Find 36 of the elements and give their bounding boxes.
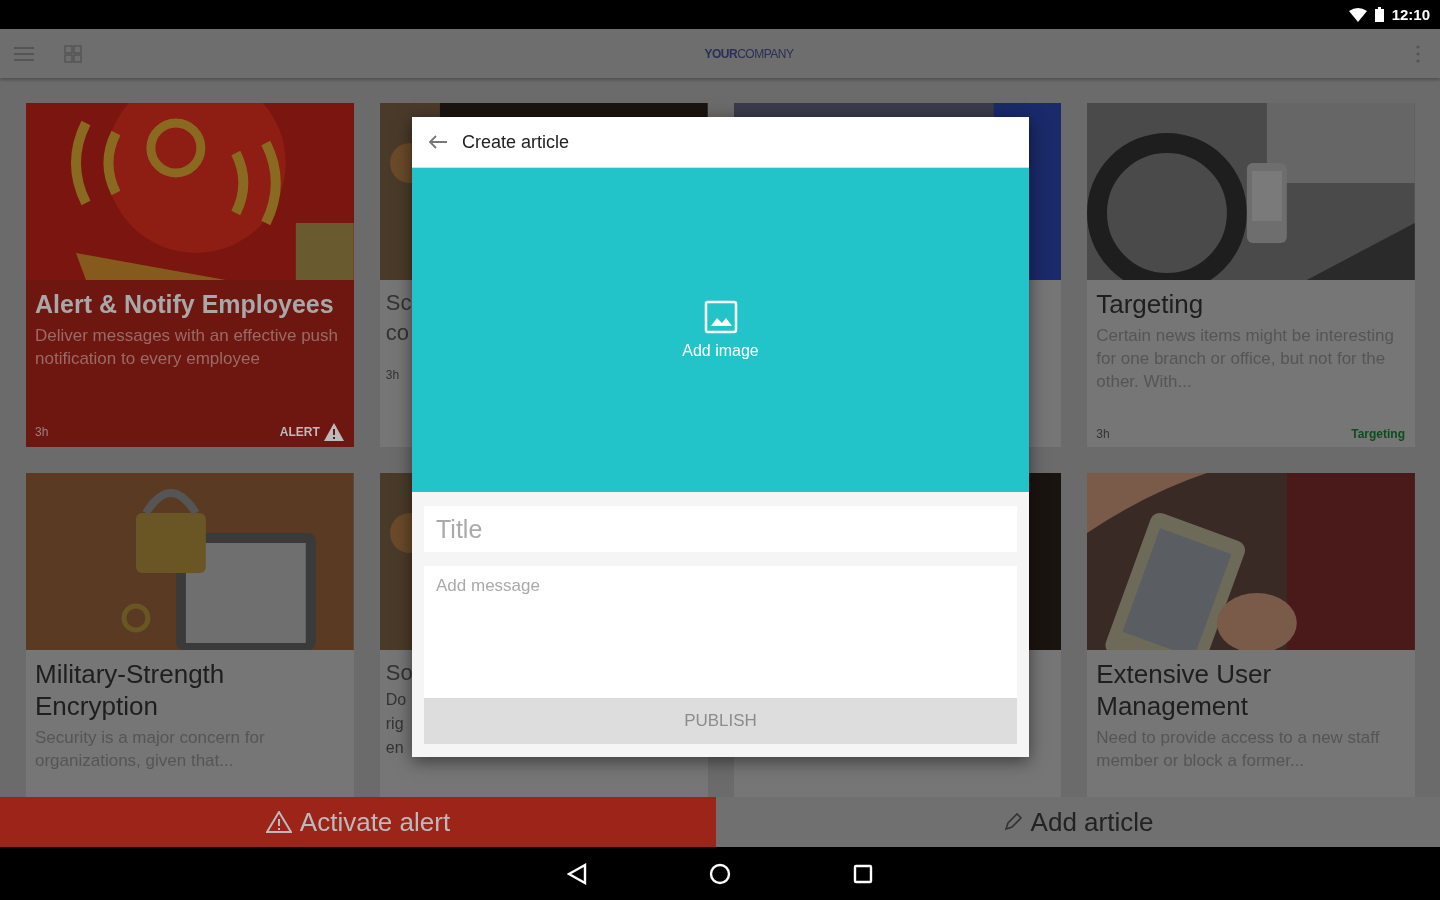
wifi-icon bbox=[1348, 7, 1367, 22]
card-tag: Targeting bbox=[1351, 427, 1405, 441]
card-tag: ALERT bbox=[279, 425, 320, 439]
pencil-icon bbox=[1002, 812, 1023, 832]
card-title: Alert & Notify Employees bbox=[35, 289, 335, 320]
back-arrow-icon[interactable] bbox=[428, 134, 448, 150]
add-image-label: Add image bbox=[682, 342, 759, 360]
card-age: 3h bbox=[385, 368, 400, 382]
add-article-button[interactable]: Add article bbox=[716, 797, 1440, 847]
card-title: Military-Strength Encryption bbox=[35, 658, 226, 722]
card-excerpt: Deliver messages with an effective push notification to every employee bbox=[35, 325, 339, 370]
card-excerpt: rig bbox=[385, 714, 404, 734]
home-icon[interactable] bbox=[709, 862, 731, 885]
card-excerpt: Do bbox=[385, 690, 407, 710]
activate-alert-button[interactable]: Activate alert bbox=[0, 797, 716, 847]
card-age: 3h bbox=[35, 425, 49, 439]
clock: 12:10 bbox=[1391, 6, 1430, 23]
title-field[interactable]: Title bbox=[424, 506, 1017, 552]
card-excerpt: en bbox=[385, 738, 404, 758]
back-icon[interactable] bbox=[567, 862, 587, 885]
card-title: So bbox=[385, 660, 413, 686]
card-title: co bbox=[385, 320, 409, 346]
image-icon bbox=[703, 300, 738, 334]
card-title: Sc bbox=[385, 290, 412, 316]
article-card[interactable]: Alert & Notify Employees Deliver messages with an effective push notification to every employee 3h ALERT bbox=[26, 103, 354, 447]
card-age: 3h bbox=[1096, 427, 1110, 441]
recents-icon[interactable] bbox=[853, 863, 873, 884]
battery-icon bbox=[1374, 7, 1384, 22]
warning-icon bbox=[265, 811, 292, 833]
dialog-title: Create article bbox=[462, 131, 570, 153]
image-upload-area[interactable]: Add image bbox=[412, 168, 1029, 492]
warning-icon bbox=[323, 423, 344, 441]
company-logo: YOURCOMPANY bbox=[704, 46, 794, 61]
card-title: Extensive User Management bbox=[1096, 658, 1273, 722]
message-field[interactable]: Add message bbox=[424, 566, 1017, 698]
card-title: Targeting bbox=[1096, 288, 1205, 320]
